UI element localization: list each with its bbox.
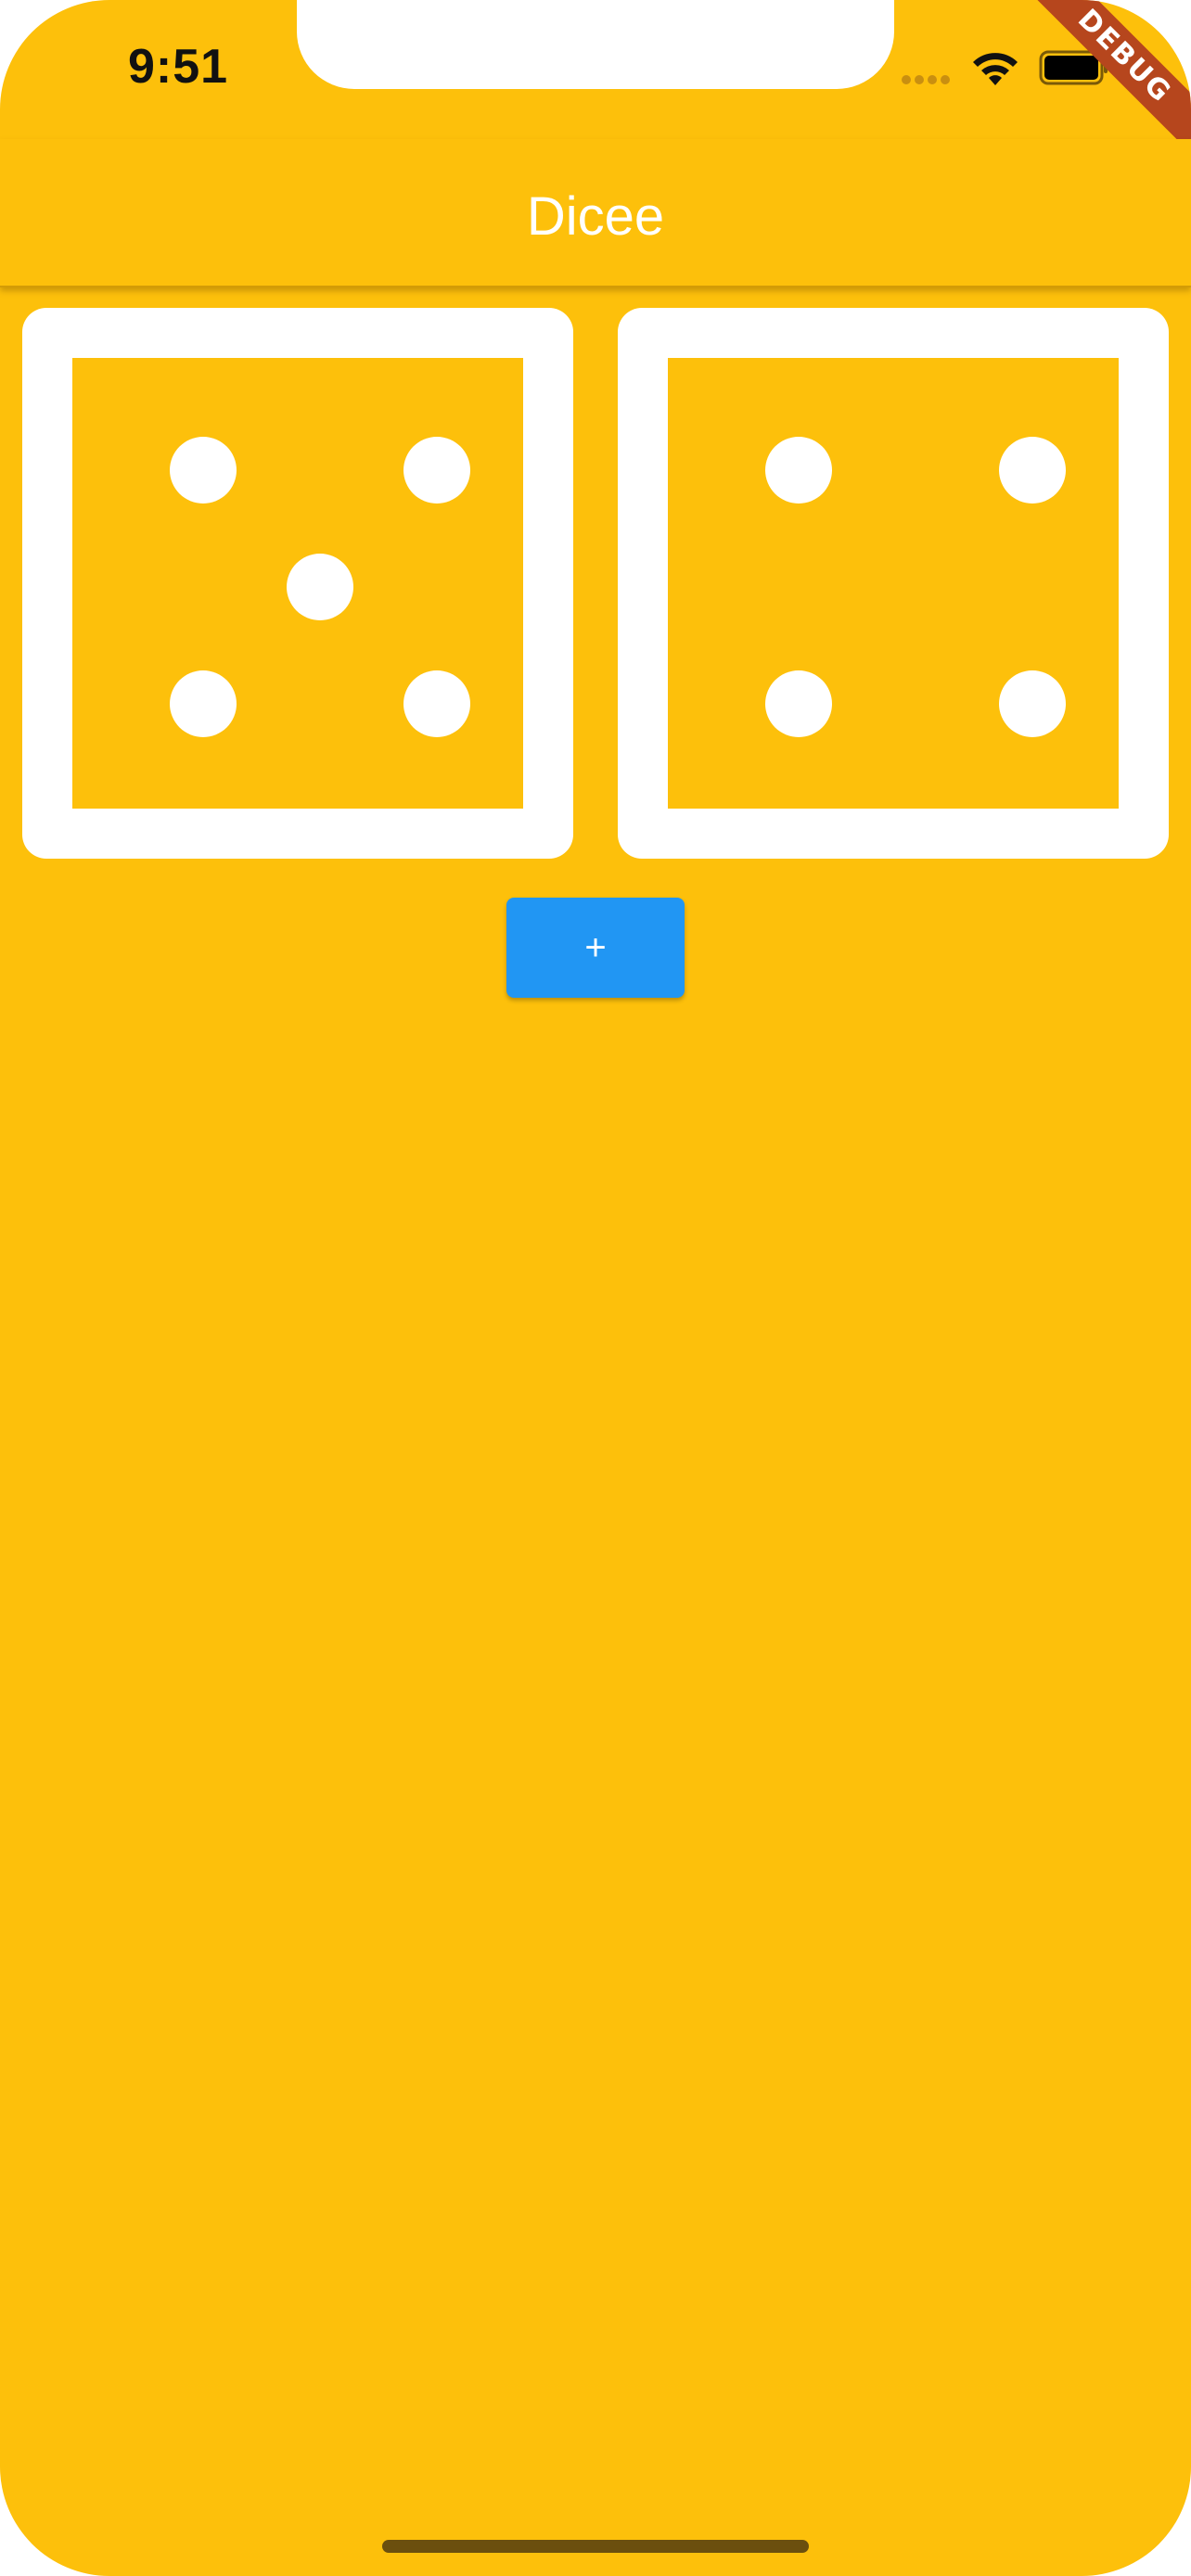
- debug-banner-label: DEBUG: [1033, 0, 1191, 158]
- dice-row: [0, 308, 1191, 859]
- app-title: Dicee: [526, 185, 665, 247]
- plus-button[interactable]: +: [506, 898, 685, 998]
- die-pip: [287, 554, 353, 620]
- dice-five-icon: [72, 358, 523, 809]
- status-bar: 9:51: [0, 0, 1191, 139]
- debug-banner: DEBUG: [1033, 0, 1191, 158]
- right-die-button[interactable]: [618, 308, 1169, 859]
- die-pip: [170, 437, 237, 504]
- app-bar: Dicee: [0, 139, 1191, 287]
- die-pip: [765, 437, 832, 504]
- wifi-icon: [970, 48, 1020, 87]
- die-pip: [403, 670, 470, 737]
- app-screen: 9:51 DEBUG Dicee +: [0, 0, 1191, 2576]
- die-pip: [170, 670, 237, 737]
- status-time: 9:51: [128, 40, 229, 94]
- cellular-signal-icon: [902, 72, 955, 84]
- home-indicator[interactable]: [382, 2540, 809, 2553]
- dice-four-icon: [668, 358, 1119, 809]
- die-pip: [403, 437, 470, 504]
- die-pip: [765, 670, 832, 737]
- die-pip: [999, 437, 1066, 504]
- die-pip: [999, 670, 1066, 737]
- left-die-button[interactable]: [22, 308, 573, 859]
